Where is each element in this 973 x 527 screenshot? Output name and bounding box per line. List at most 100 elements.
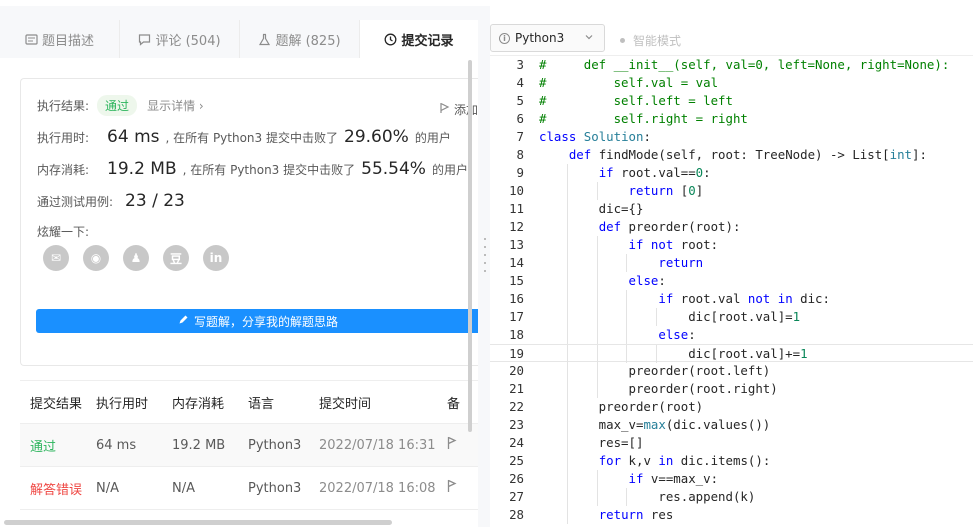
share-row: 炫耀一下: — [37, 223, 89, 240]
row-result[interactable]: 通过 — [20, 436, 96, 455]
code-line[interactable]: 3 # def __init__(self, val=0, left=None, … — [490, 56, 973, 74]
comment-icon — [138, 33, 151, 46]
code-line[interactable]: 10 return [0] — [490, 182, 973, 200]
line-number: 24 — [509, 435, 524, 450]
flag-icon — [440, 102, 450, 117]
code-text: # self.val = val — [539, 75, 719, 90]
row-submitted: 2022/07/18 16:08 — [319, 480, 436, 496]
pencil-icon — [178, 314, 189, 328]
code-line[interactable]: 9 if root.val==0: — [490, 164, 973, 182]
code-line[interactable]: 23 max_v=max(dic.values()) — [490, 416, 973, 434]
note-flag-icon[interactable] — [447, 479, 478, 497]
smart-mode-toggle[interactable]: 智能模式 — [620, 32, 681, 49]
tab-solutions-label: 题解 (825) — [275, 33, 341, 49]
code-line[interactable]: 8 def findMode(self, root: TreeNode) -> … — [490, 146, 973, 164]
code-text: if root.val not in dic: — [658, 291, 830, 306]
line-number: 7 — [516, 129, 524, 144]
chevron-down-icon — [584, 32, 594, 45]
tab-comments[interactable]: 评论 (504) — [120, 20, 240, 58]
memory-text: , 在所有 Python3 提交中击败了 — [182, 162, 356, 177]
language-select[interactable]: i Python3 — [490, 24, 605, 52]
line-number: 10 — [509, 183, 524, 198]
code-text: class Solution: — [539, 129, 651, 144]
tab-description-label: 题目描述 — [41, 33, 94, 49]
runtime-users: 的用户 — [414, 130, 451, 145]
code-line[interactable]: 14 return — [490, 254, 973, 272]
tabbar-top — [0, 6, 478, 20]
code-line[interactable]: 17 dic[root.val]=1 — [490, 308, 973, 326]
memory-users: 的用户 — [431, 162, 468, 177]
code-line[interactable]: 28 return res — [490, 506, 973, 524]
info-icon: i — [499, 32, 510, 44]
code-text: return [0] — [628, 183, 704, 198]
code-line[interactable]: 7 class Solution: — [490, 128, 973, 146]
code-line[interactable]: 15 else: — [490, 272, 973, 290]
weibo-icon[interactable]: ◉ — [83, 245, 109, 271]
col-submitted: 提交时间 — [319, 396, 372, 412]
show-details-link[interactable]: 显示详情 › — [147, 97, 204, 114]
linkedin-icon[interactable]: in — [203, 245, 229, 271]
memory-percentile: 55.54% — [361, 159, 426, 179]
code-line[interactable]: 20 preorder(root.left) — [490, 362, 973, 380]
add-note-button[interactable]: 添加 — [440, 101, 478, 118]
code-line[interactable]: 19 dic[root.val]+=1 — [490, 344, 973, 363]
line-number: 4 — [516, 75, 524, 90]
result-row: 执行结果: 通过 显示详情 › — [37, 95, 204, 116]
qq-icon[interactable]: ♟ — [123, 245, 149, 271]
row-memory: N/A — [172, 480, 195, 496]
write-solution-button[interactable]: 写题解，分享我的解题思路 — [36, 309, 478, 333]
code-line[interactable]: 16 if root.val not in dic: — [490, 290, 973, 308]
code-line[interactable]: 21 preorder(root.right) — [490, 380, 973, 398]
code-line[interactable]: 11 dic={} — [490, 200, 973, 218]
code-line[interactable]: 25 for k,v in dic.items(): — [490, 452, 973, 470]
language-value: Python3 — [515, 31, 565, 45]
tab-submissions-label: 提交记录 — [401, 33, 454, 49]
code-line[interactable]: 22 preorder(root) — [490, 398, 973, 416]
code-line[interactable]: 6 # self.right = right — [490, 110, 973, 128]
line-number: 28 — [509, 507, 524, 522]
code-line[interactable]: 24 res=[] — [490, 434, 973, 452]
runtime-row: 执行用时: 64 ms , 在所有 Python3 提交中击败了 29.60% … — [37, 127, 451, 147]
tab-comments-label: 评论 (504) — [155, 33, 221, 49]
code-text: preorder(root) — [539, 399, 704, 414]
code-text: return — [658, 255, 704, 270]
smart-mode-label: 智能模式 — [633, 34, 682, 48]
note-flag-icon[interactable] — [447, 436, 478, 454]
line-number: 5 — [516, 93, 524, 108]
code-editor[interactable]: 3 # def __init__(self, val=0, left=None, … — [490, 56, 973, 527]
wechat-icon[interactable]: ✉ — [43, 245, 69, 271]
code-text: preorder(root.left) — [539, 363, 771, 378]
code-line[interactable]: 13 if not root: — [490, 236, 973, 254]
code-text: for k,v in dic.items(): — [598, 453, 771, 468]
code-line[interactable]: 4 # self.val = val — [490, 74, 973, 92]
code-line[interactable]: 18 else: — [490, 326, 973, 344]
code-text: # self.right = right — [539, 111, 748, 126]
code-text: else: — [658, 327, 696, 342]
tab-solutions[interactable]: 题解 (825) — [240, 20, 360, 58]
code-line[interactable]: 12 def preorder(root): — [490, 218, 973, 236]
tests-value: 23 / 23 — [125, 191, 185, 211]
line-number: 9 — [516, 165, 524, 180]
code-line[interactable]: 5 # self.left = left — [490, 92, 973, 110]
code-line[interactable]: 27 res.append(k) — [490, 488, 973, 506]
tab-submissions[interactable]: 提交记录 — [360, 20, 478, 58]
code-text: dic={} — [539, 201, 644, 216]
table-row[interactable]: 解答错误 N/A N/A Python3 2022/07/18 16:08 — [20, 467, 478, 510]
line-number: 20 — [509, 363, 524, 378]
row-runtime: 64 ms — [96, 437, 137, 453]
code-text: if root.val==0: — [598, 165, 711, 180]
drag-handle-icon[interactable] — [484, 238, 486, 282]
line-number: 14 — [509, 255, 524, 270]
vertical-scrollbar[interactable] — [468, 60, 472, 432]
line-number: 3 — [516, 57, 524, 72]
submission-content: 执行结果: 通过 显示详情 › 添加 执行用时: 64 ms , 在所有 Pyt… — [0, 58, 478, 527]
horizontal-scrollbar[interactable] — [4, 520, 392, 525]
row-result[interactable]: 解答错误 — [20, 479, 96, 498]
line-number: 23 — [509, 417, 524, 432]
table-row[interactable]: 通过 64 ms 19.2 MB Python3 2022/07/18 16:3… — [20, 424, 478, 467]
result-label: 执行结果: — [37, 99, 90, 113]
tab-description[interactable]: 题目描述 — [0, 20, 120, 58]
douban-icon[interactable]: 豆 — [163, 245, 189, 271]
line-number: 25 — [509, 453, 524, 468]
code-line[interactable]: 26 if v==max_v: — [490, 470, 973, 488]
